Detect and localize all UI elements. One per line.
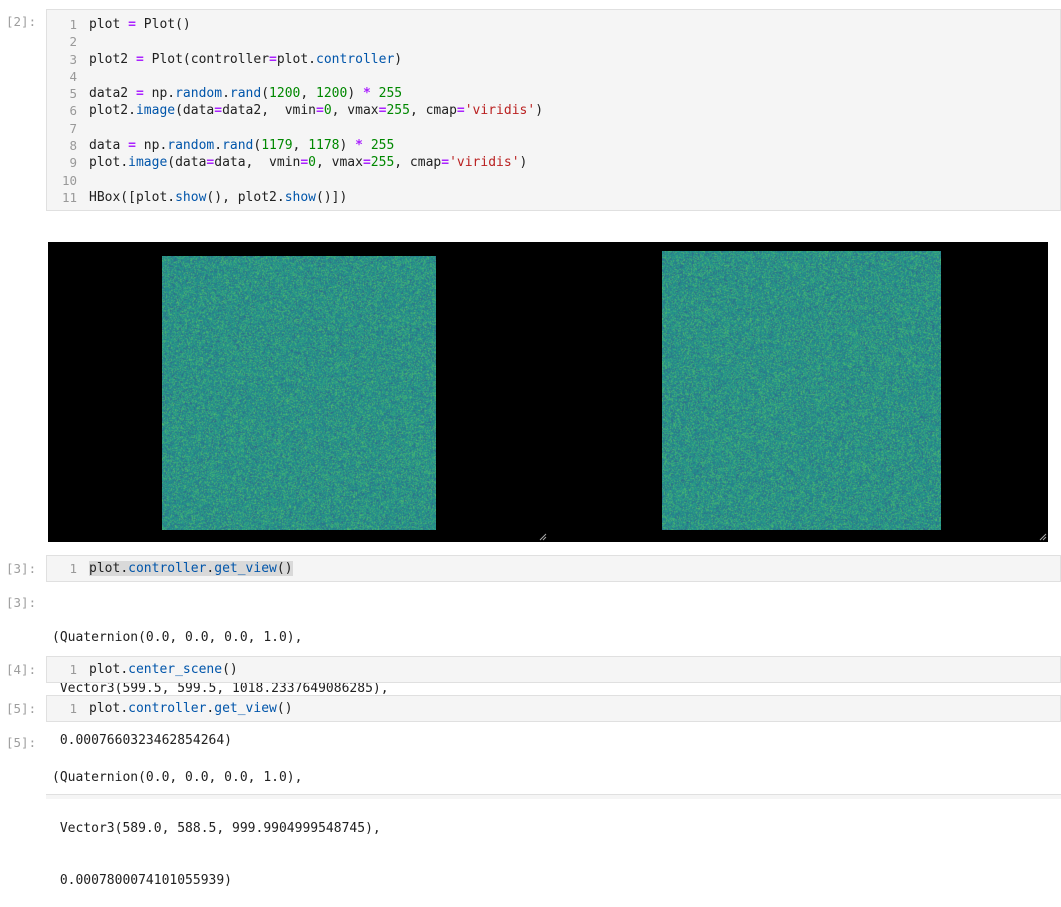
- code-line: plot2.image(data=data2, vmin=0, vmax=255…: [89, 102, 543, 119]
- code-cell-5[interactable]: 1 plot.controller.get_view(): [46, 695, 1061, 722]
- code-line: data2 = np.random.rand(1200, 1200) * 255: [89, 85, 402, 102]
- code-cell-4[interactable]: 1 plot.center_scene(): [46, 656, 1061, 683]
- input-prompt-3: [3]:: [6, 561, 42, 576]
- line-number: 10: [47, 172, 77, 189]
- line-number: 6: [47, 102, 77, 119]
- line-number: 4: [47, 68, 77, 85]
- line-number: 1: [47, 16, 77, 33]
- line-number: 8: [47, 137, 77, 154]
- code-line: plot.center_scene(): [89, 661, 238, 678]
- resize-handle-icon[interactable]: [1039, 533, 1047, 541]
- viridis-image-right: [662, 251, 941, 530]
- line-number: 7: [47, 120, 77, 137]
- code-cell-2[interactable]: 1 plot = Plot() 2 3 plot2 = Plot(controlle…: [46, 9, 1061, 211]
- viridis-image-left: [162, 256, 436, 530]
- input-prompt-5: [5]:: [6, 701, 42, 716]
- next-cell-edge: [46, 794, 1061, 799]
- code-line: plot.controller.get_view(): [89, 700, 293, 717]
- plot-canvas-right[interactable]: [548, 242, 1048, 542]
- code-line: plot = Plot(): [89, 16, 191, 33]
- code-line: plot.image(data=data, vmin=0, vmax=255, …: [89, 154, 527, 171]
- output-prompt-5: [5]:: [6, 735, 42, 750]
- output-prompt-3: [3]:: [6, 595, 42, 610]
- line-number: 9: [47, 154, 77, 171]
- code-line: plot.controller.get_view(): [89, 560, 293, 577]
- code-line: plot2 = Plot(controller=plot.controller): [89, 51, 402, 68]
- line-number: 1: [47, 661, 77, 678]
- resize-handle-icon[interactable]: [539, 533, 547, 541]
- output-text-5: (Quaternion(0.0, 0.0, 0.0, 1.0), Vector3…: [52, 734, 381, 907]
- line-number: 3: [47, 51, 77, 68]
- input-prompt-4: [4]:: [6, 662, 42, 677]
- plot-canvas-left[interactable]: [48, 242, 548, 542]
- line-number: 1: [47, 560, 77, 577]
- line-number: 1: [47, 700, 77, 717]
- line-number: 2: [47, 33, 77, 50]
- line-number: 11: [47, 189, 77, 206]
- code-line: data = np.random.rand(1179, 1178) * 255: [89, 137, 394, 154]
- line-number: 5: [47, 85, 77, 102]
- code-line: HBox([plot.show(), plot2.show()]): [89, 189, 347, 206]
- code-cell-3[interactable]: 1 plot.controller.get_view(): [46, 555, 1061, 582]
- input-prompt-2: [2]:: [6, 14, 42, 29]
